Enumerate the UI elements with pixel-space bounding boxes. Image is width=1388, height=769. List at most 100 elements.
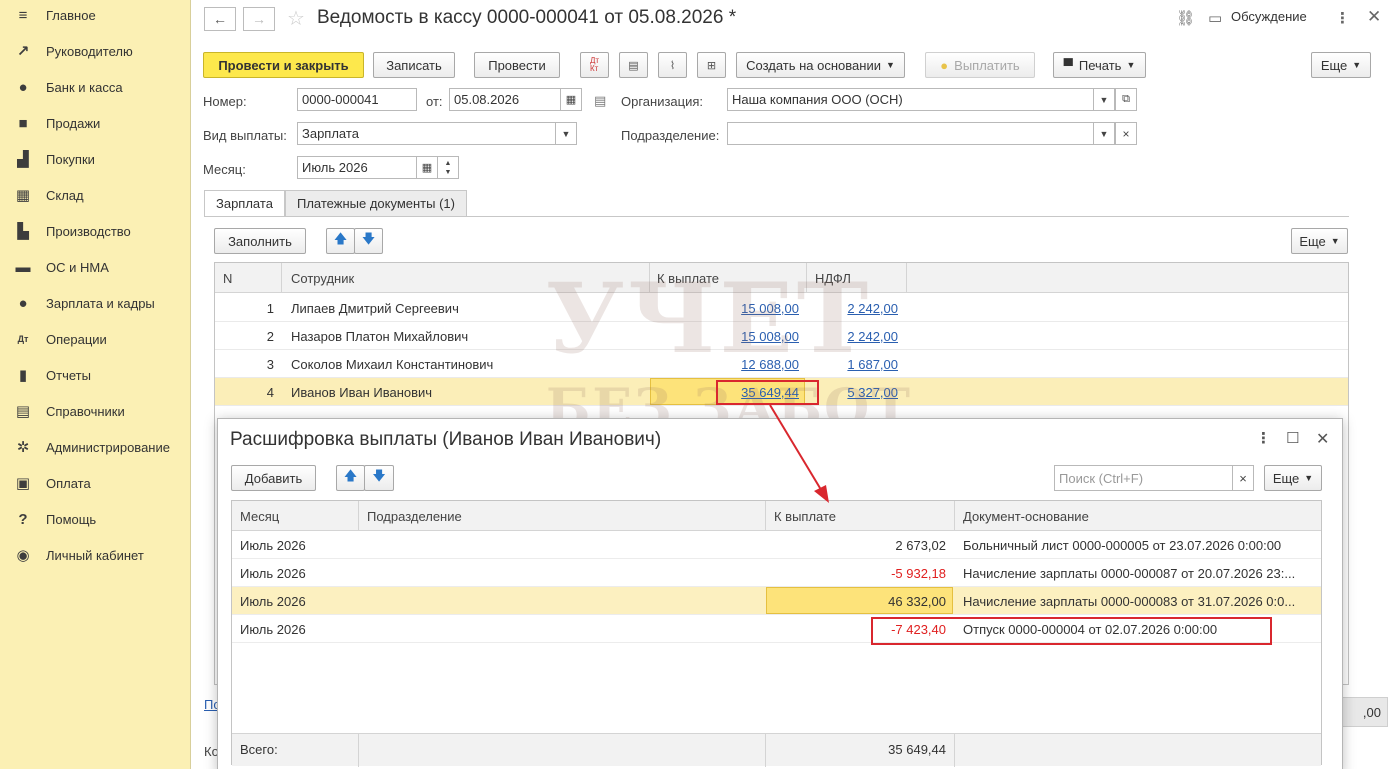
annotation-box <box>871 617 1272 645</box>
sidebar-item-sales[interactable]: ■ Продажи <box>0 105 190 141</box>
discussion-button[interactable]: Обсуждение <box>1231 9 1307 24</box>
tab-salary[interactable]: Зарплата <box>204 190 285 217</box>
chevron-down-icon: ▼ <box>1352 60 1362 70</box>
sidebar-item-catalogs[interactable]: ▤ Справочники <box>0 393 190 429</box>
to-pay-link[interactable]: 12 688,00 <box>649 357 799 372</box>
pay-type-select[interactable]: Зарплата <box>297 122 557 145</box>
sidebar-item-warehouse[interactable]: ▦ Склад <box>0 177 190 213</box>
close-icon[interactable]: ✕ <box>1316 429 1329 449</box>
basis-cell[interactable]: Больничный лист 0000-000005 от 23.07.202… <box>963 538 1281 553</box>
month-label: Месяц: <box>203 162 246 177</box>
column-header-basis[interactable]: Документ-основание <box>963 509 1089 524</box>
favorite-star-icon[interactable]: ☆ <box>287 6 305 31</box>
division-field[interactable] <box>727 122 1095 145</box>
table-row[interactable]: Июль 2026 2 673,02 Больничный лист 0000-… <box>232 531 1321 559</box>
close-icon[interactable]: ✕ <box>1367 7 1381 27</box>
to-pay-link[interactable]: 15 008,00 <box>649 301 799 316</box>
post-and-close-button[interactable]: Провести и закрыть <box>203 52 364 78</box>
document-icon[interactable]: ▤ <box>594 93 606 109</box>
sidebar-item-payment[interactable]: ▣ Оплата <box>0 465 190 501</box>
fill-button[interactable]: Заполнить <box>214 228 306 254</box>
list-button[interactable]: ▤ <box>619 52 648 78</box>
basis-cell[interactable]: Начисление зарплаты 0000-000083 от 31.07… <box>963 594 1295 609</box>
column-header-ndfl[interactable]: НДФЛ <box>815 271 851 286</box>
column-header-employee[interactable]: Сотрудник <box>291 271 354 286</box>
discussion-icon[interactable]: ▭ <box>1208 9 1222 27</box>
column-header-to-pay[interactable]: К выплате <box>774 509 836 524</box>
sidebar-item-production[interactable]: ▙ Производство <box>0 213 190 249</box>
column-header-n[interactable]: N <box>223 271 232 286</box>
ndfl-link[interactable]: 2 242,00 <box>806 301 898 316</box>
maximize-icon[interactable]: ☐ <box>1286 429 1299 447</box>
organization-field[interactable]: Наша компания ООО (ОСН) <box>727 88 1095 111</box>
more-button[interactable]: Еще ▼ <box>1311 52 1371 78</box>
post-button[interactable]: Провести <box>474 52 560 78</box>
number-field[interactable]: 0000-000041 <box>297 88 417 111</box>
more-vertical-icon[interactable]: ⋮ <box>1256 429 1271 447</box>
move-down-button[interactable]: 🡇 <box>354 228 383 254</box>
chevron-down-icon: ▼ <box>561 128 571 139</box>
to-pay-link[interactable]: 15 008,00 <box>649 329 799 344</box>
move-up-button[interactable]: 🡅 <box>326 228 355 254</box>
column-separator <box>806 263 807 293</box>
structure-button[interactable]: ⊞ <box>697 52 726 78</box>
sidebar-item-account[interactable]: ◉ Личный кабинет <box>0 537 190 573</box>
table-row[interactable]: 1 Липаев Дмитрий Сергеевич 15 008,00 2 2… <box>215 294 1348 322</box>
move-up-button[interactable]: 🡅 <box>336 465 365 491</box>
ndfl-link[interactable]: 2 242,00 <box>806 329 898 344</box>
sidebar-item-main[interactable]: ≡ Главное <box>0 0 190 33</box>
column-header-to-pay[interactable]: К выплате <box>657 271 719 286</box>
month-cell: Июль 2026 <box>240 594 306 609</box>
print-button[interactable]: ▀ Печать ▼ <box>1053 52 1146 78</box>
calendar-button[interactable]: ▦ <box>560 88 582 111</box>
pay-button[interactable]: ● Выплатить <box>925 52 1035 78</box>
move-down-button[interactable]: 🡇 <box>364 465 394 491</box>
employee-name: Липаев Дмитрий Сергеевич <box>291 301 459 316</box>
more-vertical-icon[interactable]: ⋮ <box>1335 9 1350 27</box>
dt-kt-button[interactable]: Дт Кт <box>580 52 609 78</box>
column-header-month[interactable]: Месяц <box>240 509 279 524</box>
ndfl-link[interactable]: 1 687,00 <box>806 357 898 372</box>
basis-cell[interactable]: Начисление зарплаты 0000-000087 от 20.07… <box>963 566 1295 581</box>
employee-name: Иванов Иван Иванович <box>291 385 433 400</box>
month-calendar-button[interactable]: ▦ <box>416 156 438 179</box>
sidebar-item-reports[interactable]: ▮ Отчеты <box>0 357 190 393</box>
table-row[interactable]: Июль 2026 -5 932,18 Начисление зарплаты … <box>232 559 1321 587</box>
sidebar-item-salary[interactable]: ● Зарплата и кадры <box>0 285 190 321</box>
user-circle-icon: ◉ <box>16 547 30 564</box>
date-field[interactable]: 05.08.2026 <box>449 88 562 111</box>
division-dropdown[interactable]: ▼ <box>1093 122 1115 145</box>
back-button[interactable]: ← <box>204 7 236 31</box>
sidebar-item-bank[interactable]: ● Банк и касса <box>0 69 190 105</box>
organization-open-button[interactable]: ⧉ <box>1115 88 1137 111</box>
attach-button[interactable]: ⌇ <box>658 52 687 78</box>
forward-button[interactable]: → <box>243 7 275 31</box>
month-field[interactable]: Июль 2026 <box>297 156 417 179</box>
table-row[interactable]: 2 Назаров Платон Михайлович 15 008,00 2 … <box>215 322 1348 350</box>
sidebar-item-help[interactable]: ? Помощь <box>0 501 190 537</box>
column-separator <box>906 263 907 293</box>
popup-more-button[interactable]: Еще ▼ <box>1264 465 1322 491</box>
grid-more-button[interactable]: Еще ▼ <box>1291 228 1348 254</box>
month-stepper[interactable]: ▲ ▼ <box>437 156 459 179</box>
add-button[interactable]: Добавить <box>231 465 316 491</box>
column-header-division[interactable]: Подразделение <box>367 509 462 524</box>
link-icon[interactable]: ⛓ <box>1176 9 1195 27</box>
sidebar-item-director[interactable]: ↗ Руководителю <box>0 33 190 69</box>
ndfl-link[interactable]: 5 327,00 <box>806 385 898 400</box>
tab-payment-docs[interactable]: Платежные документы (1) <box>285 190 467 217</box>
sidebar-item-purchases[interactable]: ▟ Покупки <box>0 141 190 177</box>
search-input[interactable]: Поиск (Ctrl+F) <box>1054 465 1234 491</box>
sidebar-item-admin[interactable]: ✲ Администрирование <box>0 429 190 465</box>
division-clear-button[interactable]: × <box>1115 122 1137 145</box>
pay-type-dropdown[interactable]: ▼ <box>555 122 577 145</box>
create-based-button[interactable]: Создать на основании ▼ <box>736 52 905 78</box>
organization-dropdown[interactable]: ▼ <box>1093 88 1115 111</box>
search-clear-button[interactable]: × <box>1232 465 1254 491</box>
sidebar-item-assets[interactable]: ▬ ОС и НМА <box>0 249 190 285</box>
hierarchy-icon: ⊞ <box>706 59 717 72</box>
save-button[interactable]: Записать <box>373 52 455 78</box>
table-row-selected[interactable]: Июль 2026 46 332,00 Начисление зарплаты … <box>232 587 1321 615</box>
table-row[interactable]: 3 Соколов Михаил Константинович 12 688,0… <box>215 350 1348 378</box>
sidebar-item-operations[interactable]: Дт Операции <box>0 321 190 357</box>
